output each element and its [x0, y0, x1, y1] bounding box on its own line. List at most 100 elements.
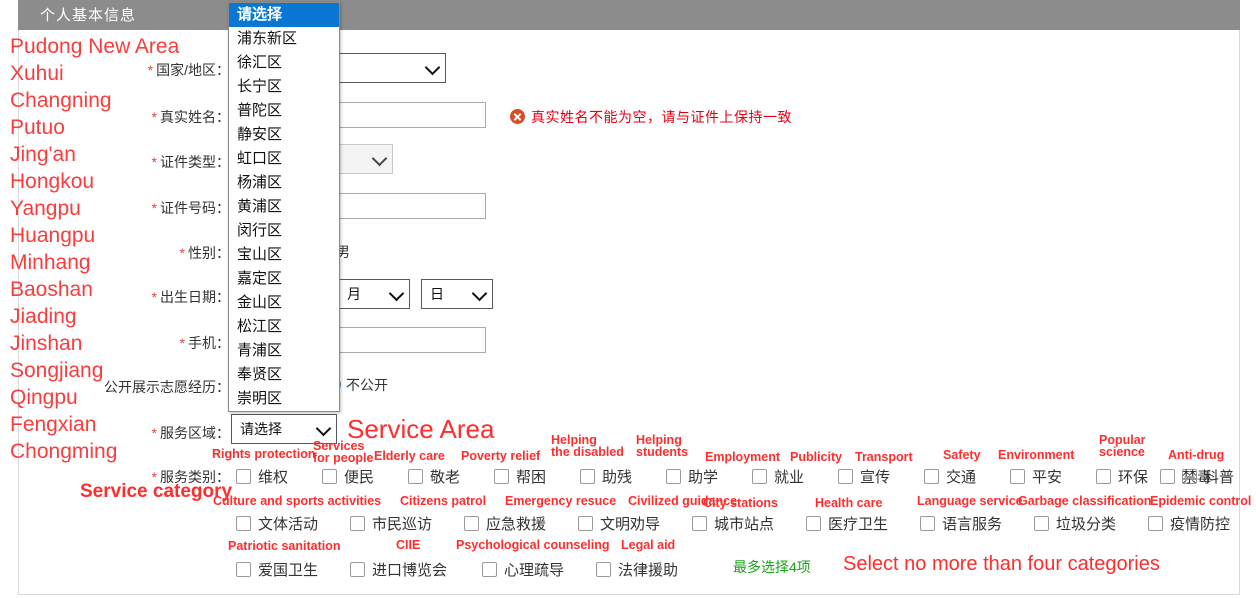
section-header-bar: 个人基本信息	[18, 0, 1240, 30]
dropdown-option-1[interactable]: 浦东新区	[229, 27, 339, 51]
checkbox-icon[interactable]	[322, 469, 337, 484]
section-title: 个人基本信息	[40, 7, 137, 24]
checkbox-item-city-stations[interactable]: 城市站点	[692, 513, 774, 534]
checkbox-icon[interactable]	[1148, 516, 1163, 531]
dropdown-option-0[interactable]: 请选择	[229, 3, 339, 27]
label-id-type: * 证件类型：	[151, 154, 230, 170]
checkbox-item-epidemic-control[interactable]: 疫情防控	[1148, 513, 1230, 534]
dropdown-option-7[interactable]: 杨浦区	[229, 171, 339, 195]
checkbox-item-poverty-relief[interactable]: 帮困	[494, 466, 546, 487]
checkbox-item-language-service[interactable]: 语言服务	[920, 513, 1002, 534]
label-service-area: * 服务区域：	[151, 425, 230, 441]
required-asterisk: *	[151, 200, 157, 216]
checkbox-icon[interactable]	[236, 562, 251, 577]
checkbox-icon[interactable]	[1096, 469, 1111, 484]
checkbox-icon[interactable]	[666, 469, 681, 484]
checkbox-icon[interactable]	[578, 516, 593, 531]
checkbox-icon[interactable]	[350, 562, 365, 577]
dropdown-option-8[interactable]: 黄浦区	[229, 195, 339, 219]
chevron-down-icon	[471, 285, 488, 302]
service-area-select[interactable]: 请选择	[231, 414, 337, 444]
checkbox-icon[interactable]	[1034, 516, 1049, 531]
birth-day-select[interactable]: 日	[421, 279, 493, 309]
checkbox-icon[interactable]	[924, 469, 939, 484]
checkbox-item-health-care[interactable]: 医疗卫生	[806, 513, 888, 534]
required-asterisk: *	[151, 425, 157, 441]
checkbox-icon[interactable]	[1010, 469, 1025, 484]
dropdown-option-14[interactable]: 青浦区	[229, 339, 339, 363]
checkbox-icon[interactable]	[482, 562, 497, 577]
dropdown-option-2[interactable]: 徐汇区	[229, 51, 339, 75]
checkbox-item-emergency-rescue[interactable]: 应急救援	[464, 513, 546, 534]
service-area-dropdown-popup[interactable]: 请选择 浦东新区 徐汇区 长宁区 普陀区 静安区 虹口区 杨浦区 黄浦区 闵行区…	[228, 2, 340, 412]
required-asterisk: *	[179, 245, 185, 261]
dropdown-option-12[interactable]: 金山区	[229, 291, 339, 315]
checkbox-item-culture-sports[interactable]: 文体活动	[236, 513, 318, 534]
service-area-value: 请选择	[240, 421, 282, 437]
required-asterisk: *	[147, 62, 154, 78]
checkbox-icon[interactable]	[236, 469, 251, 484]
checkbox-icon[interactable]	[920, 516, 935, 531]
dropdown-option-9[interactable]: 闵行区	[229, 219, 339, 243]
limit-note-cn: 最多选择4项	[733, 559, 811, 575]
checkbox-item-services-for-people[interactable]: 便民	[322, 466, 374, 487]
checkbox-item-transport[interactable]: 交通	[924, 466, 976, 487]
checkbox-item-safety[interactable]: 平安	[1010, 466, 1062, 487]
chevron-down-icon	[424, 59, 441, 76]
checkbox-item-employment[interactable]: 就业	[752, 466, 804, 487]
checkbox-icon[interactable]	[596, 562, 611, 577]
checkbox-item-elderly-care[interactable]: 敬老	[408, 466, 460, 487]
checkbox-icon[interactable]	[236, 516, 251, 531]
required-asterisk: *	[151, 289, 157, 305]
dropdown-option-4[interactable]: 普陀区	[229, 99, 339, 123]
checkbox-item-helping-disabled[interactable]: 助残	[580, 466, 632, 487]
checkbox-item-anti-drug[interactable]: 禁毒	[1160, 466, 1212, 487]
checkbox-icon[interactable]	[692, 516, 707, 531]
dropdown-option-5[interactable]: 静安区	[229, 123, 339, 147]
dropdown-option-6[interactable]: 虹口区	[229, 147, 339, 171]
checkbox-icon[interactable]	[350, 516, 365, 531]
dropdown-option-11[interactable]: 嘉定区	[229, 267, 339, 291]
birth-month-value: 月	[347, 286, 361, 302]
dropdown-option-13[interactable]: 松江区	[229, 315, 339, 339]
label-service-category: * 服务类别：	[151, 469, 230, 485]
dropdown-option-15[interactable]: 奉贤区	[229, 363, 339, 387]
checkbox-item-helping-students[interactable]: 助学	[666, 466, 718, 487]
label-mobile: * 手机：	[179, 335, 230, 351]
birth-day-value: 日	[430, 286, 444, 302]
birth-month-select[interactable]: 月	[338, 279, 410, 309]
checkbox-icon[interactable]	[1160, 469, 1175, 484]
checkbox-item-citizens-patrol[interactable]: 市民巡访	[350, 513, 432, 534]
checkbox-item-publicity[interactable]: 宣传	[838, 466, 890, 487]
registration-form-page: 个人基本信息 * 国家/地区： * 真实姓名： * 证件类型： * 证件号码： * 性别：…	[0, 0, 1256, 599]
checkbox-item-patriotic-sanitation[interactable]: 爱国卫生	[236, 559, 318, 580]
checkbox-item-psychological-counseling[interactable]: 心理疏导	[482, 559, 564, 580]
required-asterisk: *	[151, 109, 157, 125]
public-history-option-private: 不公开	[346, 377, 388, 393]
error-circle-icon	[510, 109, 525, 124]
checkbox-item-legal-aid[interactable]: 法律援助	[596, 559, 678, 580]
checkbox-icon[interactable]	[464, 516, 479, 531]
chevron-down-icon	[315, 420, 332, 437]
checkbox-item-civilized-guidance[interactable]: 文明劝导	[578, 513, 660, 534]
checkbox-icon[interactable]	[838, 469, 853, 484]
label-id-number: * 证件号码：	[151, 200, 230, 216]
checkbox-item-garbage-classification[interactable]: 垃圾分类	[1034, 513, 1116, 534]
checkbox-icon[interactable]	[580, 469, 595, 484]
dropdown-option-3[interactable]: 长宁区	[229, 75, 339, 99]
checkbox-item-ciie[interactable]: 进口博览会	[350, 559, 447, 580]
checkbox-icon[interactable]	[806, 516, 821, 531]
required-asterisk: *	[179, 335, 185, 351]
checkbox-icon[interactable]	[752, 469, 767, 484]
checkbox-item-rights-protection[interactable]: 维权	[236, 466, 288, 487]
label-public-volunteer-history: 公开展示志愿经历：	[104, 379, 230, 395]
checkbox-icon[interactable]	[408, 469, 423, 484]
label-real-name: * 真实姓名：	[151, 109, 230, 125]
checkbox-icon[interactable]	[494, 469, 509, 484]
checkbox-item-environment[interactable]: 环保	[1096, 466, 1148, 487]
dropdown-option-10[interactable]: 宝山区	[229, 243, 339, 267]
chevron-down-icon	[371, 150, 388, 167]
dropdown-option-16[interactable]: 崇明区	[229, 387, 339, 411]
label-country-region: * 国家/地区：	[147, 62, 230, 78]
label-birth-date: * 出生日期：	[151, 289, 230, 305]
